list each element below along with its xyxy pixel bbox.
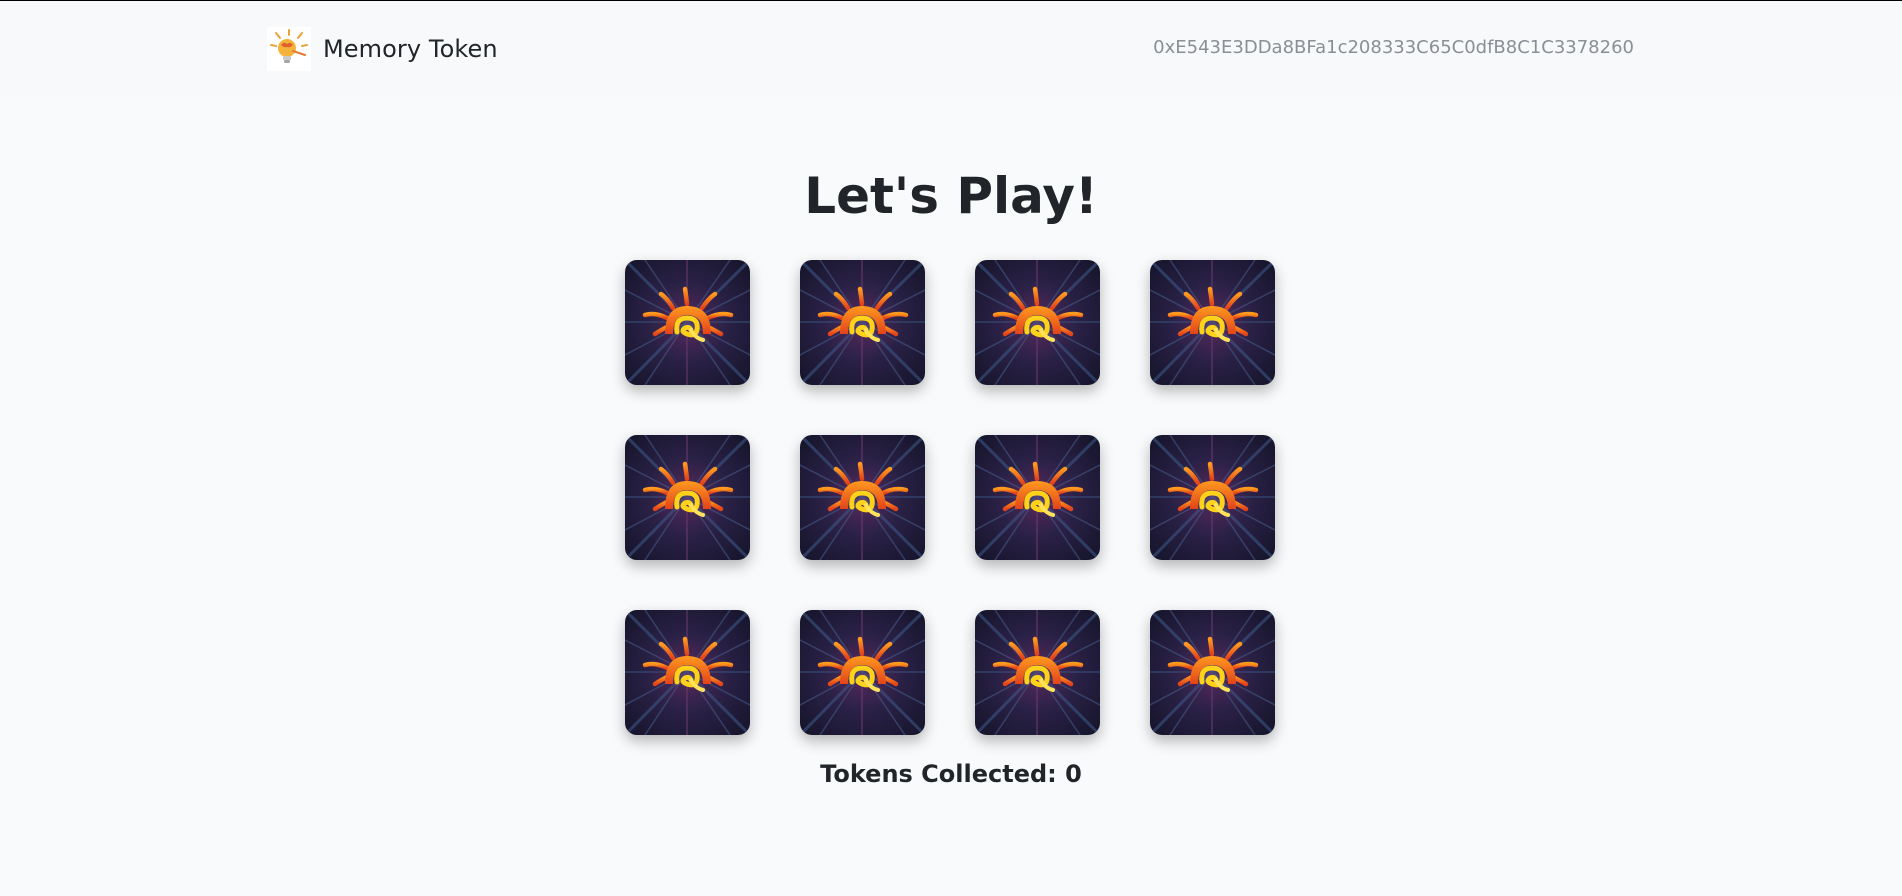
brand-link[interactable]: Memory Token	[267, 27, 498, 71]
memory-card[interactable]	[800, 435, 925, 560]
blockchain-sunburst-icon	[975, 260, 1100, 385]
memory-card[interactable]	[1150, 610, 1275, 735]
memory-card[interactable]	[1150, 260, 1275, 385]
blockchain-sunburst-icon	[1150, 435, 1275, 560]
memory-card[interactable]	[975, 610, 1100, 735]
blockchain-sunburst-icon	[800, 260, 925, 385]
blockchain-sunburst-icon	[975, 610, 1100, 735]
tokens-collected-label: Tokens Collected:	[820, 760, 1066, 788]
memory-card[interactable]	[625, 610, 750, 735]
account-address: 0xE543E3DDa8BFa1c208333C65C0dfB8C1C33782…	[1153, 37, 1634, 58]
navbar: Memory Token 0xE543E3DDa8BFa1c208333C65C…	[0, 1, 1902, 96]
blockchain-sunburst-icon	[975, 435, 1100, 560]
memory-card[interactable]	[800, 610, 925, 735]
tokens-collected: Tokens Collected: 0	[0, 760, 1902, 788]
blockchain-sunburst-icon	[1150, 610, 1275, 735]
lightbulb-brain-icon	[267, 27, 311, 71]
page-title: Let's Play!	[804, 167, 1098, 225]
memory-card[interactable]	[625, 435, 750, 560]
tokens-collected-count: 0	[1065, 760, 1082, 788]
brand-name: Memory Token	[323, 35, 498, 63]
blockchain-sunburst-icon	[625, 610, 750, 735]
blockchain-sunburst-icon	[800, 435, 925, 560]
blockchain-sunburst-icon	[625, 435, 750, 560]
memory-card[interactable]	[975, 260, 1100, 385]
blockchain-sunburst-icon	[800, 610, 925, 735]
memory-card[interactable]	[800, 260, 925, 385]
blockchain-sunburst-icon	[1150, 260, 1275, 385]
blockchain-sunburst-icon	[625, 260, 750, 385]
memory-card[interactable]	[975, 435, 1100, 560]
memory-card[interactable]	[625, 260, 750, 385]
card-grid	[625, 260, 1276, 735]
memory-card[interactable]	[1150, 435, 1275, 560]
